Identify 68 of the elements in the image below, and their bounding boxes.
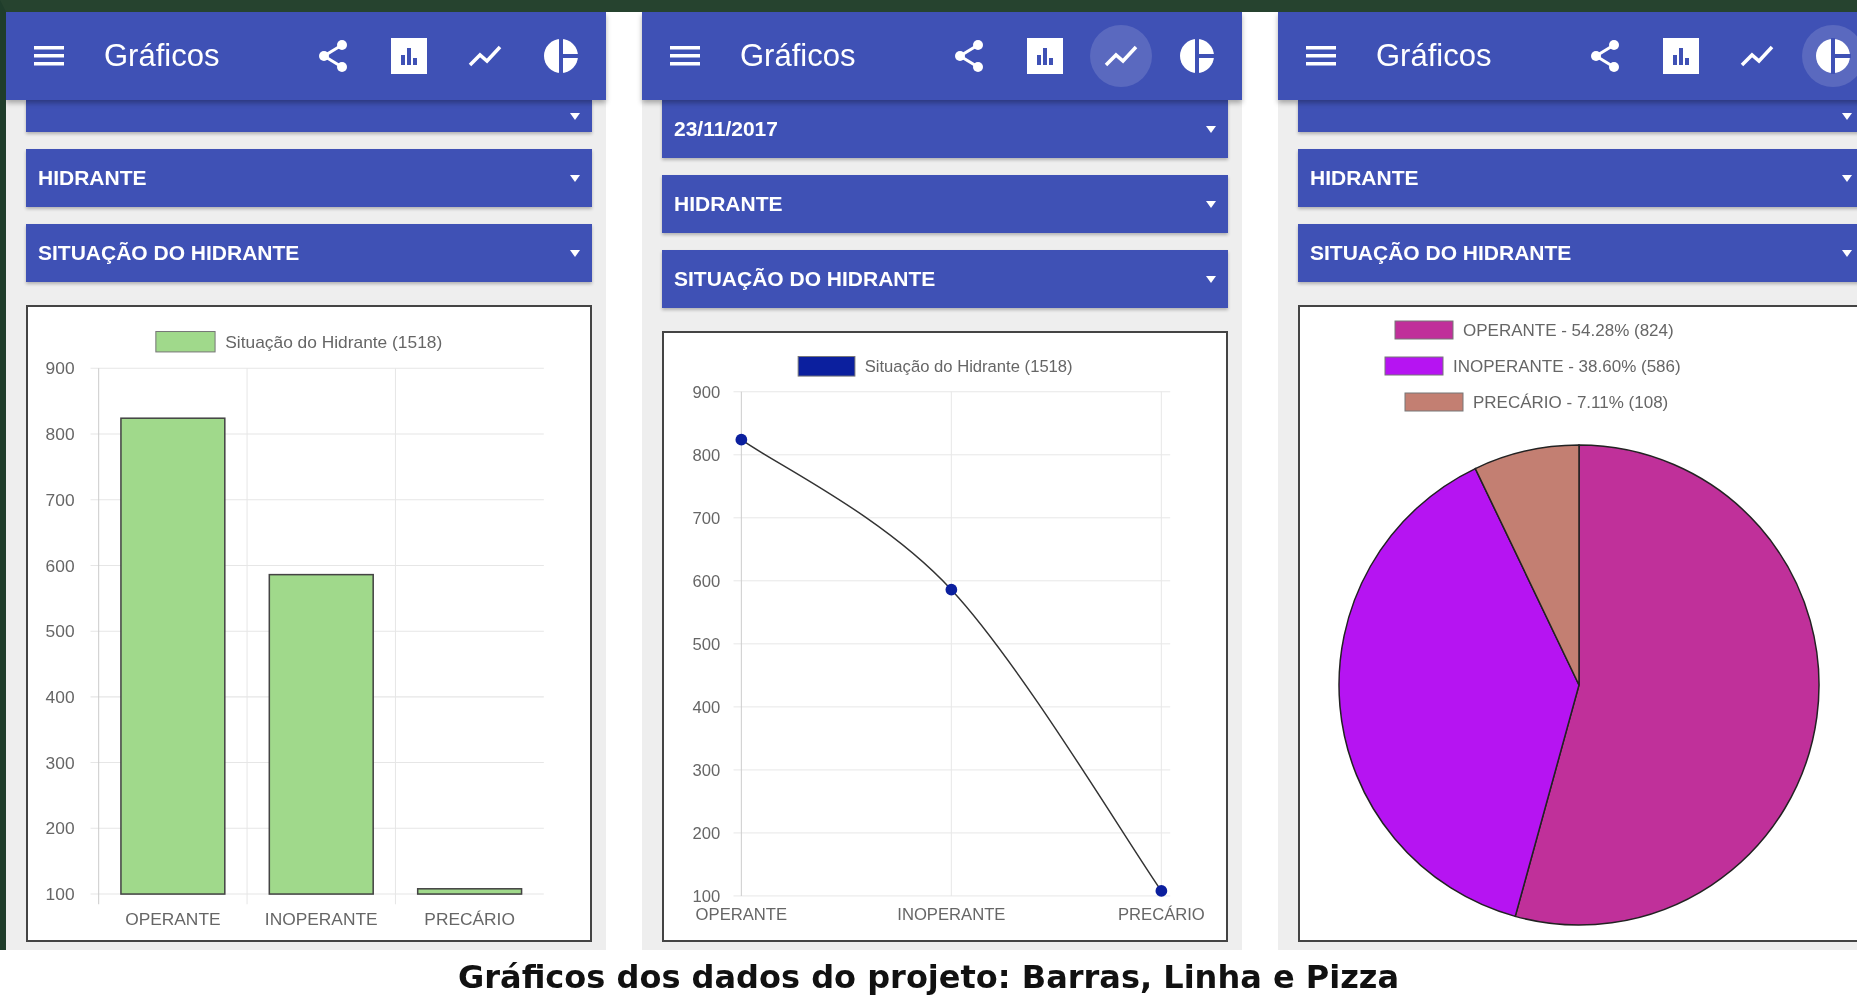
axis-tick-label: 800 <box>692 445 721 465</box>
caret-icon <box>1206 275 1216 283</box>
app-title: Gráficos <box>740 38 856 74</box>
caret-icon <box>570 249 580 257</box>
axis-tick-label: 300 <box>45 752 75 773</box>
share-icon <box>1589 39 1621 73</box>
dropdown[interactable]: SITUAÇÃO DO HIDRANTE <box>1298 224 1857 282</box>
axis-tick-label: 600 <box>45 555 75 576</box>
axis-tick-label: 200 <box>45 818 75 839</box>
axis-tick-label: 500 <box>692 634 721 654</box>
line-chart-icon <box>468 44 502 68</box>
axis-tick-label: 100 <box>45 884 75 905</box>
axis-tick-label: 300 <box>692 760 721 780</box>
axis-tick-label: 600 <box>692 571 721 591</box>
legend-label: Situação do Hidrante (1518) <box>864 357 1073 377</box>
category-label: INOPERANTE <box>264 908 378 929</box>
dropdown[interactable]: SITUAÇÃO DO HIDRANTE <box>662 250 1228 308</box>
menu-icon[interactable] <box>1306 45 1336 67</box>
caret-icon <box>1842 174 1852 182</box>
caret-icon <box>570 174 580 182</box>
dropdown[interactable]: HIDRANTE <box>26 149 592 207</box>
legend-label: Situação do Hidrante (1518) <box>225 331 443 352</box>
data-point <box>1155 885 1168 897</box>
axis-tick-label: 700 <box>45 489 75 510</box>
bar-chart-icon <box>1663 38 1699 74</box>
caret-icon <box>1842 112 1852 120</box>
menu-icon[interactable] <box>670 45 700 67</box>
menu-icon[interactable] <box>34 45 64 67</box>
axis-tick-label: 700 <box>692 508 721 528</box>
axis-tick-label: 900 <box>692 382 721 402</box>
line-chart-icon <box>1740 44 1774 68</box>
pie-chart-button[interactable] <box>1802 25 1857 87</box>
caption: Gráficos dos dados do projeto: Barras, Linha e Pizza <box>458 957 1399 998</box>
legend-label: OPERANTE - 54.28% (824) <box>1463 321 1674 340</box>
axis-tick-label: 500 <box>45 621 75 642</box>
pie-chart-icon <box>1815 38 1851 74</box>
axis-tick-label: 100 <box>692 886 721 906</box>
axis-tick-label: 400 <box>692 697 721 717</box>
legend-label: PRECÁRIO - 7.11% (108) <box>1473 393 1669 412</box>
app-title: Gráficos <box>104 38 220 74</box>
category-label: OPERANTE <box>125 908 221 929</box>
dropdown[interactable]: HIDRANTE <box>1298 149 1857 207</box>
bar-chart-icon <box>1027 38 1063 74</box>
caret-icon <box>1206 125 1216 133</box>
category-label: PRECÁRIO <box>424 908 515 929</box>
data-point <box>945 583 958 596</box>
caret-icon <box>1206 200 1216 208</box>
pie-chart-icon <box>1179 38 1215 74</box>
axis-tick-label: 800 <box>45 424 75 445</box>
axis-tick-label: 400 <box>45 687 75 707</box>
app-title: Gráficos <box>1376 38 1492 74</box>
axis-tick-label: 200 <box>692 823 721 843</box>
line-chart-icon <box>1104 44 1138 68</box>
bar-chart-icon <box>391 38 427 74</box>
dropdown[interactable]: SITUAÇÃO DO HIDRANTE <box>26 224 592 282</box>
data-point <box>735 433 748 446</box>
caret-icon <box>1842 249 1852 257</box>
caret-icon <box>570 112 580 120</box>
category-label: OPERANTE <box>695 905 788 925</box>
category-label: PRECÁRIO <box>1117 905 1205 925</box>
dropdown[interactable]: HIDRANTE <box>662 175 1228 233</box>
dropdown[interactable]: 23/11/2017 <box>662 100 1228 158</box>
share-icon <box>953 39 985 73</box>
category-label: INOPERANTE <box>897 905 1006 925</box>
share-icon <box>317 39 349 73</box>
axis-tick-label: 900 <box>45 358 75 379</box>
pie-chart-icon <box>543 38 579 74</box>
legend-label: INOPERANTE - 38.60% (586) <box>1453 357 1681 376</box>
